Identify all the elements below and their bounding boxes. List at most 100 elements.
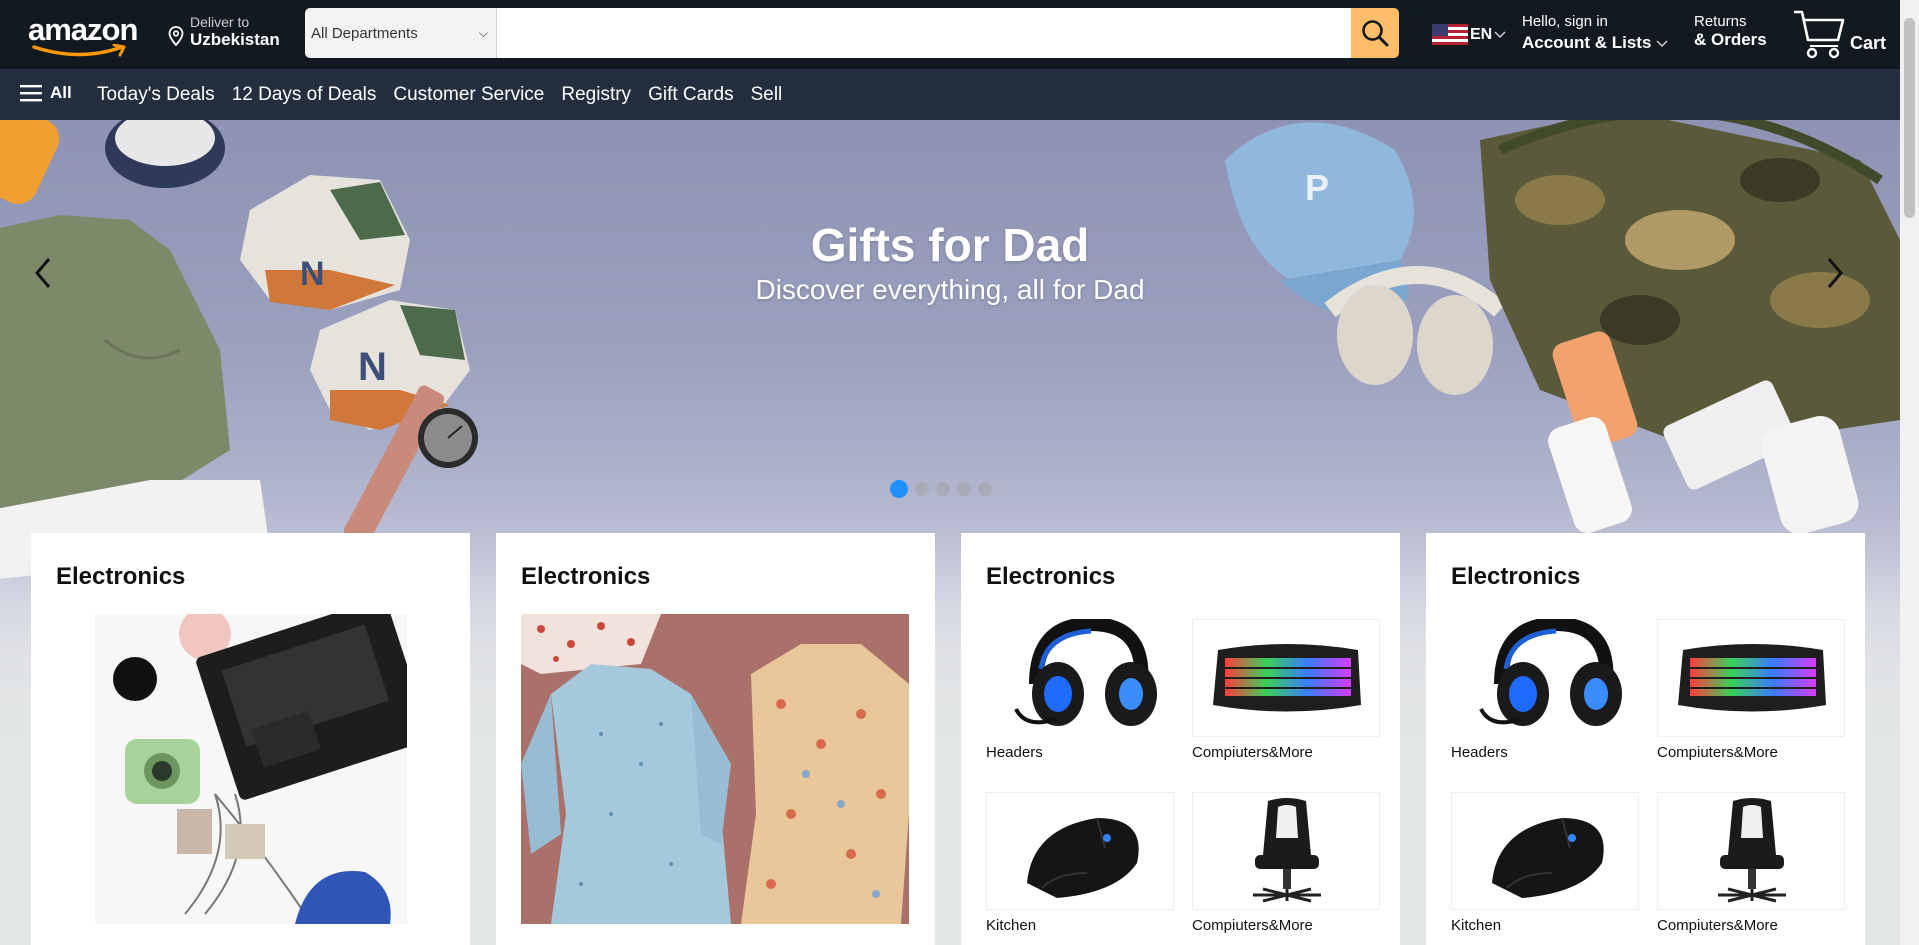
electronics-desk-image[interactable] <box>95 614 407 924</box>
gaming-chair-image[interactable] <box>1192 792 1380 910</box>
location-pin-icon <box>168 26 184 46</box>
search-bar: All Departments ⌵ <box>305 8 1399 58</box>
department-select[interactable]: All Departments ⌵ <box>305 8 497 58</box>
grid-item-caption[interactable]: Compiuters&More <box>1192 917 1380 934</box>
grid-item-caption[interactable]: Kitchen <box>1451 917 1639 934</box>
account-lists[interactable]: Hello, sign in Account & Lists <box>1522 13 1668 53</box>
department-select-value: All Departments <box>311 24 418 42</box>
search-input[interactable] <box>497 8 1351 58</box>
carousel-dot-4[interactable] <box>957 482 971 496</box>
nav-link-registry[interactable]: Registry <box>561 84 631 106</box>
carousel-dots <box>890 480 992 498</box>
floral-dresses-illustration <box>521 614 909 924</box>
smile-arrow-icon <box>32 44 126 57</box>
nav-link-gift-cards[interactable]: Gift Cards <box>648 84 734 106</box>
all-menu-button[interactable]: All <box>20 83 72 103</box>
gaming-mouse-image[interactable] <box>1451 792 1639 910</box>
card-title[interactable]: Electronics <box>1451 563 1580 591</box>
card-title[interactable]: Electronics <box>56 563 185 591</box>
grid-item[interactable]: Compiuters&More <box>1657 619 1845 761</box>
rgb-keyboard-icon <box>1678 644 1826 712</box>
amazon-logo[interactable]: amazon <box>28 14 148 58</box>
card-title[interactable]: Electronics <box>521 563 650 591</box>
hero-subtitle: Discover everything, all for Dad <box>755 274 1145 305</box>
carousel-dot-3[interactable] <box>936 482 950 496</box>
chevron-down-icon <box>1494 30 1506 38</box>
language-code: EN <box>1470 25 1493 43</box>
nav-link-customer-service[interactable]: Customer Service <box>393 84 544 106</box>
rgb-keyboard-icon <box>1213 644 1361 712</box>
grid-item-caption[interactable]: Compiuters&More <box>1192 744 1380 761</box>
hamburger-menu-icon <box>20 85 42 102</box>
grid-item-caption[interactable]: Headers <box>1451 744 1639 761</box>
gaming-chair-icon <box>1253 798 1321 903</box>
cart-button[interactable]: Cart <box>1792 8 1886 60</box>
gaming-headset-icon <box>1014 619 1157 726</box>
gaming-mouse-icon <box>1027 817 1139 898</box>
returns-orders[interactable]: Returns & Orders <box>1694 13 1767 50</box>
gaming-chair-icon <box>1718 798 1786 903</box>
orders-label: & Orders <box>1694 30 1767 49</box>
rgb-keyboard-image[interactable] <box>1192 619 1380 737</box>
category-card: Electronics Headers Compiuters&More Kitc… <box>1426 533 1865 945</box>
returns-label: Returns <box>1694 13 1747 30</box>
grid-item-caption[interactable]: Compiuters&More <box>1657 917 1845 934</box>
scrollbar-thumb[interactable] <box>1904 18 1915 218</box>
carousel-next-button[interactable] <box>1820 253 1850 293</box>
nav-link-sell[interactable]: Sell <box>751 84 783 106</box>
deliver-label: Deliver to <box>190 14 250 30</box>
grid-item-caption[interactable]: Headers <box>986 744 1174 761</box>
carousel-dot-1[interactable] <box>890 480 908 498</box>
grid-item[interactable]: Compiuters&More <box>1657 792 1845 934</box>
grid-item[interactable]: Headers <box>1451 619 1639 761</box>
dresses-image[interactable] <box>521 614 909 924</box>
us-flag-icon <box>1432 24 1468 45</box>
deliver-country: Uzbekistan <box>190 30 280 49</box>
chevron-right-icon <box>1827 258 1843 288</box>
grid-item-caption[interactable]: Kitchen <box>986 917 1174 934</box>
page: { "header": { "logo_text": "amazon", "de… <box>0 0 1919 945</box>
gaming-headset-icon <box>1479 619 1622 726</box>
grid-item[interactable]: Compiuters&More <box>1192 792 1380 934</box>
electronics-flatlay-illustration <box>95 614 407 924</box>
carousel-dot-5[interactable] <box>978 482 992 496</box>
grid-item[interactable]: Headers <box>986 619 1174 761</box>
chevron-down-icon: ⌵ <box>478 25 488 40</box>
language-selector[interactable]: EN <box>1432 24 1506 45</box>
chevron-left-icon <box>35 258 51 288</box>
grid-item-caption[interactable]: Compiuters&More <box>1657 744 1845 761</box>
category-card: Electronics Headers Compiuters&More Kitc… <box>961 533 1400 945</box>
hero-product-illustration: N N P <box>0 120 1900 579</box>
gaming-chair-image[interactable] <box>1657 792 1845 910</box>
nav-link-12-days-of-deals[interactable]: 12 Days of Deals <box>232 84 377 106</box>
gaming-headset-image[interactable] <box>1451 619 1639 737</box>
top-navbar: amazon Deliver to Uzbekistan All Departm… <box>0 0 1900 69</box>
page-scrollbar[interactable] <box>1900 0 1919 945</box>
grid-item[interactable]: Compiuters&More <box>1192 619 1380 761</box>
cart-label: Cart <box>1850 33 1887 53</box>
card-title[interactable]: Electronics <box>986 563 1115 591</box>
rgb-keyboard-image[interactable] <box>1657 619 1845 737</box>
carousel-dot-2[interactable] <box>915 482 929 496</box>
account-greeting: Hello, sign in <box>1522 13 1608 30</box>
subnav-links: Today's Deals 12 Days of Deals Customer … <box>97 84 782 106</box>
search-button[interactable] <box>1351 8 1399 58</box>
all-menu-label: All <box>50 83 72 102</box>
category-card: Electronics <box>31 533 470 945</box>
svg-text:P: P <box>1305 167 1329 208</box>
logo-text: amazon <box>28 12 138 47</box>
svg-text:N: N <box>358 345 387 389</box>
nav-link-todays-deals[interactable]: Today's Deals <box>97 84 215 106</box>
gaming-mouse-image[interactable] <box>986 792 1174 910</box>
grid-item[interactable]: Kitchen <box>986 792 1174 934</box>
category-card: Electronics <box>496 533 935 945</box>
carousel-prev-button[interactable] <box>28 253 58 293</box>
cart-icon <box>1794 10 1845 59</box>
gaming-headset-image[interactable] <box>986 619 1174 737</box>
chevron-down-icon <box>1656 40 1668 48</box>
sub-navbar: All Today's Deals 12 Days of Deals Custo… <box>0 69 1900 120</box>
account-lists-label: Account & Lists <box>1522 33 1668 53</box>
grid-item[interactable]: Kitchen <box>1451 792 1639 934</box>
hero-title: Gifts for Dad <box>810 219 1090 271</box>
account-lists-text: Account & Lists <box>1522 33 1652 52</box>
